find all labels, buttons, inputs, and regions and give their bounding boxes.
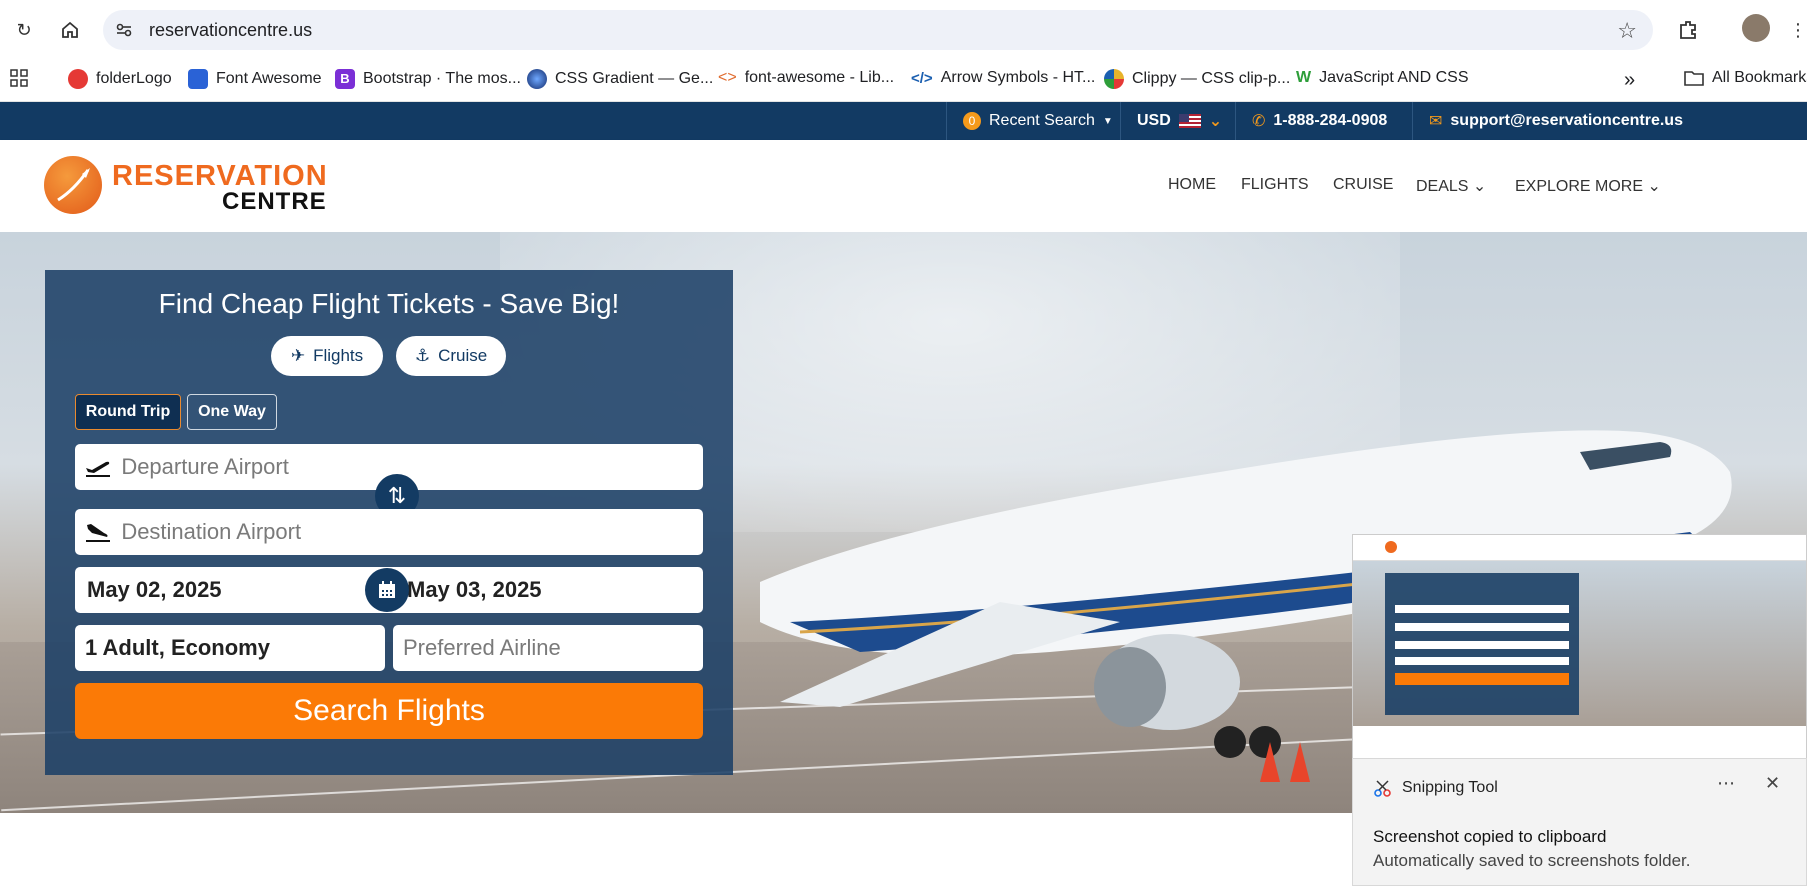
tab-cruise[interactable]: ⚓ Cruise xyxy=(396,336,506,376)
bookmark-font-awesome[interactable]: Font Awesome xyxy=(188,69,322,89)
gradient-icon xyxy=(527,69,547,89)
us-flag-icon xyxy=(1178,114,1201,128)
phone-icon: ✆ xyxy=(1252,113,1266,130)
swap-arrows-icon: ⇅ xyxy=(387,483,407,508)
bookmarks-bar: folderLogo Font Awesome B Bootstrap · The… xyxy=(0,60,1807,102)
apps-grid-icon[interactable] xyxy=(10,69,28,87)
plane-departure-icon xyxy=(75,456,121,478)
nav-deals[interactable]: DEALS ⌄ xyxy=(1416,176,1486,196)
bootstrap-icon: B xyxy=(335,69,355,89)
logo-plane-icon[interactable] xyxy=(44,156,102,214)
calendar-icon xyxy=(379,581,395,598)
plane-icon: ✈ xyxy=(290,346,306,365)
search-flights-button[interactable]: Search Flights xyxy=(75,683,703,739)
one-way-button[interactable]: One Way xyxy=(187,394,277,430)
anchor-icon: ⚓ xyxy=(414,346,431,365)
reload-icon[interactable]: ↻ xyxy=(12,18,36,42)
recent-search-dropdown[interactable]: 0 Recent Search ▼ xyxy=(946,102,1113,140)
airline-field[interactable] xyxy=(393,625,703,671)
nav-cruise[interactable]: CRUISE xyxy=(1333,176,1393,194)
tab-flights[interactable]: ✈ Flights xyxy=(271,336,383,376)
home-icon[interactable] xyxy=(58,18,82,42)
chevron-down-icon: ⌄ xyxy=(1472,178,1487,195)
bookmark-clippy[interactable]: Clippy — CSS clip-p... xyxy=(1104,69,1290,89)
url-text: reservationcentre.us xyxy=(149,20,313,40)
travellers-value: 1 Adult, Economy xyxy=(85,635,270,660)
depart-date[interactable]: May 02, 2025 xyxy=(75,577,395,603)
extensions-icon[interactable] xyxy=(1676,18,1700,42)
bookmark-arrow-symbols[interactable]: </> Arrow Symbols - HT... xyxy=(911,69,1095,87)
bookmark-bootstrap[interactable]: B Bootstrap · The mos... xyxy=(335,69,521,89)
thumb-logo-icon xyxy=(1385,541,1397,553)
close-icon[interactable]: ✕ xyxy=(1765,773,1780,794)
bookmark-css-gradient[interactable]: CSS Gradient — Ge... xyxy=(527,69,713,89)
snipping-tool-notification: Snipping Tool ⋯ ✕ Screenshot copied to c… xyxy=(1352,758,1807,886)
scissors-icon xyxy=(1374,780,1391,797)
chevron-down-icon: ⌄ xyxy=(1208,113,1223,130)
search-panel-title: Find Cheap Flight Tickets - Save Big! xyxy=(158,288,620,319)
browser-menu-icon[interactable]: ⋮ xyxy=(1786,18,1807,42)
w3-icon: W xyxy=(1296,69,1312,86)
recent-count-badge: 0 xyxy=(963,112,981,130)
calendar-button[interactable] xyxy=(365,568,409,612)
round-trip-button[interactable]: Round Trip xyxy=(75,394,181,430)
envelope-icon: ✉ xyxy=(1429,113,1443,130)
currency-selector[interactable]: USD ⌄ xyxy=(1120,102,1222,140)
departure-input[interactable] xyxy=(121,454,703,480)
address-bar[interactable]: reservationcentre.us ☆ xyxy=(103,10,1653,50)
bookmark-javascript-css[interactable]: W JavaScript AND CSS xyxy=(1296,69,1469,87)
destination-input[interactable] xyxy=(121,519,703,545)
travellers-field[interactable]: 1 Adult, Economy xyxy=(75,625,385,671)
code-brackets-icon: <> xyxy=(718,69,737,86)
toast-message: Screenshot copied to clipboard xyxy=(1373,827,1607,846)
folder-icon xyxy=(1684,71,1704,86)
folderlogo-icon xyxy=(68,69,88,89)
caret-down-icon: ▼ xyxy=(1102,115,1113,127)
nav-home[interactable]: HOME xyxy=(1168,176,1216,194)
more-bookmarks-icon[interactable]: » xyxy=(1624,69,1635,92)
destination-field[interactable] xyxy=(75,509,703,555)
profile-avatar[interactable] xyxy=(1742,14,1770,42)
preferred-airline-input[interactable] xyxy=(403,635,703,661)
site-topbar: 0 Recent Search ▼ USD ⌄ ✆ 1-888-284-0908… xyxy=(0,102,1807,140)
more-options-icon[interactable]: ⋯ xyxy=(1717,773,1735,794)
flight-search-panel: Find Cheap Flight Tickets - Save Big! ✈ F… xyxy=(45,270,733,775)
bookmark-font-awesome-lib[interactable]: <> font-awesome - Lib... xyxy=(718,69,894,87)
email-link[interactable]: ✉ support@reservationcentre.us xyxy=(1412,102,1683,140)
screenshot-thumbnail[interactable] xyxy=(1352,534,1807,760)
bookmark-folderlogo[interactable]: folderLogo xyxy=(68,69,172,89)
chevron-down-icon: ⌄ xyxy=(1647,178,1661,195)
all-bookmarks[interactable]: All Bookmarks xyxy=(1684,69,1807,87)
clippy-icon xyxy=(1104,69,1124,89)
nav-flights[interactable]: FLIGHTS xyxy=(1241,176,1309,194)
browser-toolbar: ↻ reservationcentre.us ☆ ⋮ xyxy=(0,0,1807,60)
site-info-icon[interactable] xyxy=(114,20,134,40)
return-date[interactable]: May 03, 2025 xyxy=(395,577,542,603)
code-slash-icon: </> xyxy=(911,69,933,87)
logo-text-centre[interactable]: CENTRE xyxy=(222,188,327,216)
toast-subtext: Automatically saved to screenshots folde… xyxy=(1373,851,1691,870)
site-navbar: RESERVATION CENTRE HOME FLIGHTS CRUISE D… xyxy=(0,140,1807,232)
flag-icon xyxy=(188,69,208,89)
toast-app-name: Snipping Tool xyxy=(1402,779,1498,796)
nav-explore-more[interactable]: EXPLORE MORE ⌄ xyxy=(1515,176,1661,196)
plane-arrival-icon xyxy=(75,521,121,543)
bookmark-star-icon[interactable]: ☆ xyxy=(1617,18,1637,44)
phone-link[interactable]: ✆ 1-888-284-0908 xyxy=(1235,102,1387,140)
